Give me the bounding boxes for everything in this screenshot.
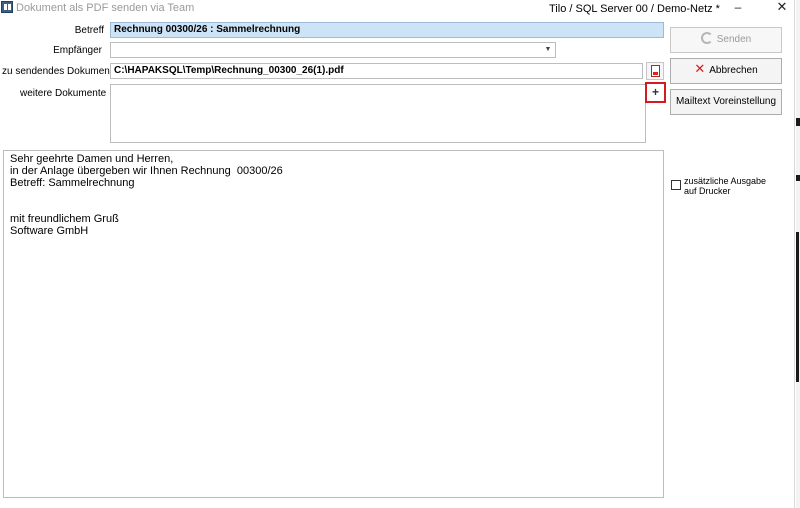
add-document-button[interactable]: + <box>645 82 666 103</box>
mailtext-preset-button[interactable]: Mailtext Voreinstellung <box>670 89 782 115</box>
more-documents-label: weitere Dokumente <box>20 88 107 99</box>
subject-label: Betreff <box>74 25 104 36</box>
mail-body-line: Sehr geehrte Damen und Herren, <box>10 153 174 165</box>
subject-field[interactable]: Rechnung 00300/26 : Sammelrechnung <box>110 22 664 38</box>
mail-body-line: Betreff: Sammelrechnung <box>10 177 135 189</box>
recipient-label: Empfänger <box>53 45 102 56</box>
recipient-dropdown[interactable]: ▼ <box>110 42 556 58</box>
mail-body-line: in der Anlage übergeben wir Ihnen Rechnu… <box>10 165 283 177</box>
mail-body-line: Software GmbH <box>10 225 89 237</box>
mail-body-line <box>10 201 657 213</box>
document-label: zu sendendes Dokument <box>2 66 113 77</box>
title-bar: Dokument als PDF senden via Team Tilo / … <box>0 0 795 18</box>
printer-checkbox-label: zusätzliche Ausgabe auf Drucker <box>684 176 767 196</box>
document-path-field[interactable]: C:\HAPAKSQL\Temp\Rechnung_00300_26(1).pd… <box>110 63 643 79</box>
mail-body-editor[interactable]: Sehr geehrte Damen und Herren, in der An… <box>3 150 664 498</box>
background-mark <box>796 232 799 382</box>
app-logo-icon <box>1 1 13 13</box>
minimize-button[interactable]: – <box>727 0 749 16</box>
more-documents-list[interactable] <box>110 84 646 143</box>
mail-body-line: mit freundlichem Gruß <box>10 213 119 225</box>
window-title: Dokument als PDF senden via Team <box>16 2 195 14</box>
send-pdf-dialog: Dokument als PDF senden via Team Tilo / … <box>0 0 795 508</box>
cancel-button-label: Abbrechen <box>709 65 758 76</box>
close-button[interactable]: ✕ <box>771 0 793 16</box>
background-mark <box>796 175 800 181</box>
red-x-icon: ✕ <box>694 61 706 77</box>
pdf-file-icon <box>651 65 660 77</box>
mail-body-line <box>10 189 657 201</box>
cancel-button[interactable]: ✕ Abbrechen <box>670 58 782 84</box>
open-pdf-button[interactable] <box>646 62 664 80</box>
printer-checkbox[interactable] <box>671 180 681 190</box>
connection-status: Tilo / SQL Server 00 / Demo-Netz * <box>549 3 720 15</box>
refresh-icon <box>700 32 713 45</box>
send-button[interactable]: Senden <box>670 27 782 53</box>
chevron-down-icon[interactable]: ▼ <box>543 45 553 55</box>
send-button-label: Senden <box>716 34 752 45</box>
background-mark <box>796 118 800 126</box>
